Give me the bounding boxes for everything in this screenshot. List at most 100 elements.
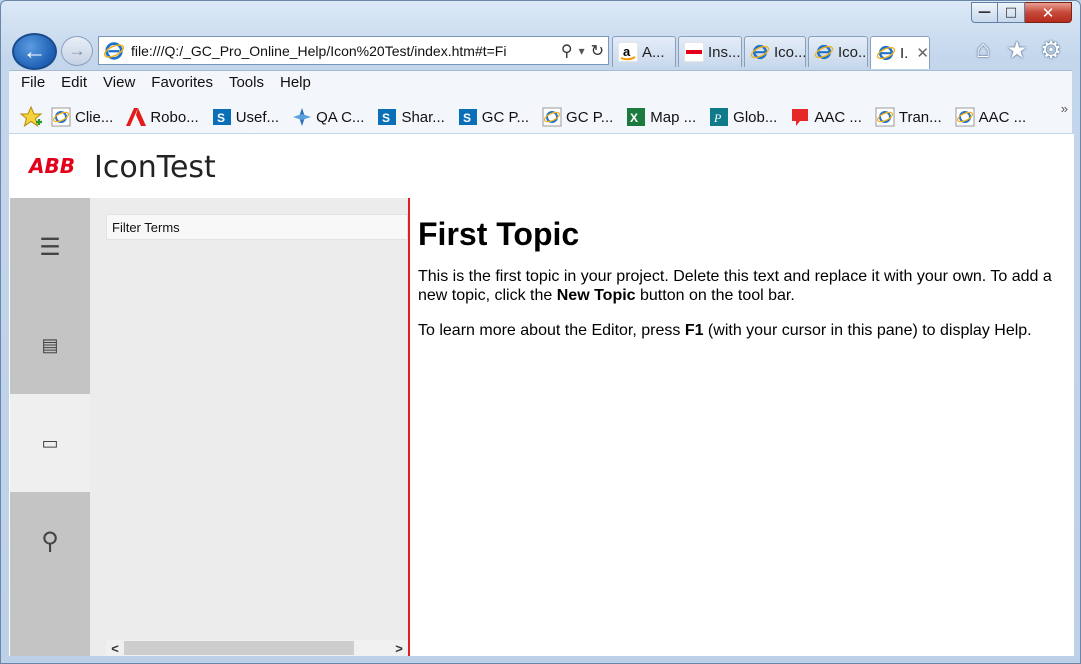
search-icon[interactable]: ⚲ (561, 41, 573, 61)
browser-tools: ⌂ ★ ⚙ (970, 36, 1064, 64)
topic-text: button on the tool bar. (635, 287, 795, 304)
menu-view[interactable]: View (103, 74, 135, 91)
menu-edit[interactable]: Edit (61, 74, 87, 91)
ie-icon (750, 44, 770, 60)
favorite-link[interactable]: X Map ... (626, 107, 696, 127)
sharepoint-icon: S (458, 109, 477, 125)
navigation-bar: ← → file:///Q:/_GC_Pro_Online_Help/Icon%… (9, 31, 1072, 70)
tab-abb[interactable]: Ins... (678, 36, 742, 67)
add-favorite-star-icon[interactable] (19, 105, 43, 129)
scroll-left-icon[interactable]: < (106, 641, 124, 656)
address-bar[interactable]: file:///Q:/_GC_Pro_Online_Help/Icon%20Te… (98, 36, 609, 65)
refresh-icon[interactable]: ↻ (591, 41, 604, 61)
close-button[interactable]: ✕ (1025, 2, 1072, 23)
tab-label: Ico... (774, 43, 806, 61)
favorite-label: AAC ... (978, 108, 1027, 126)
favorites-bar: Clie... Robo... S Usef... QA C... S Shar… (19, 103, 1072, 131)
favorite-label: Tran... (898, 108, 942, 126)
adobe-icon (126, 108, 147, 126)
favorites-star-icon[interactable]: ★ (1004, 37, 1030, 64)
settings-gear-icon[interactable]: ⚙ (1038, 37, 1064, 64)
tab-icon-test-1[interactable]: Ico... (744, 36, 806, 67)
tab-amazon[interactable]: a A... (612, 36, 676, 67)
svg-text:P: P (713, 111, 722, 125)
topic-paragraph-1: This is the first topic in your project.… (418, 267, 1068, 305)
favorite-label: Robo... (150, 108, 199, 126)
scroll-right-icon[interactable]: > (390, 641, 408, 656)
favorite-label: Glob... (733, 108, 778, 126)
browser-window: — □ ✕ ← → file:///Q:/_GC_Pro_Online_Help… (0, 0, 1081, 664)
tab-label: A... (642, 43, 665, 61)
tab-active[interactable]: I. ✕ (870, 36, 930, 69)
menu-tools[interactable]: Tools (229, 74, 264, 91)
minimize-icon: — (978, 5, 991, 20)
home-icon[interactable]: ⌂ (970, 36, 996, 63)
ie-icon (955, 107, 975, 127)
horizontal-scrollbar[interactable]: < > (106, 640, 408, 656)
caption-buttons: — □ ✕ (971, 2, 1072, 23)
favorite-link[interactable]: S GC P... (458, 107, 529, 127)
favorite-link[interactable]: S Shar... (377, 107, 445, 127)
brand-logo: ABB (29, 154, 75, 178)
maximize-button[interactable]: □ (998, 2, 1025, 23)
back-arrow-icon: ← (22, 37, 47, 65)
tab-label: I. (900, 44, 909, 62)
rail-toc-button[interactable]: ☰ (10, 198, 90, 296)
dropdown-icon[interactable]: ▾ (579, 44, 585, 58)
publisher-icon: P (710, 108, 729, 126)
amazon-icon: a (618, 42, 638, 62)
favorite-link[interactable]: GC P... (542, 107, 613, 127)
glossary-panel: Filter Terms < > (90, 198, 408, 656)
glossary-icon: ▭ (41, 432, 59, 453)
tab-label: Ins... (708, 43, 741, 61)
rail-glossary-button[interactable]: ▭ (10, 394, 90, 492)
topic-bold: New Topic (556, 287, 636, 304)
command-bars: File Edit View Favorites Tools Help Clie… (9, 70, 1072, 133)
filter-terms-input[interactable]: Filter Terms (106, 214, 408, 240)
sharepoint-icon: S (378, 109, 397, 125)
favorite-label: Map ... (650, 108, 697, 126)
favorite-label: AAC ... (814, 108, 862, 126)
tab-close-icon[interactable]: ✕ (916, 44, 929, 62)
tab-icon-test-2[interactable]: Ico... (808, 36, 868, 67)
topic-body: First Topic This is the first topic in y… (418, 216, 1068, 356)
minimize-button[interactable]: — (971, 2, 998, 23)
menu-help[interactable]: Help (280, 74, 311, 91)
topic-text: To learn more about the Editor, press (418, 322, 685, 339)
forward-arrow-icon: → (68, 41, 86, 60)
favorite-link[interactable]: AAC ... (955, 107, 1027, 127)
compass-icon (293, 108, 312, 126)
favorite-link[interactable]: Tran... (875, 107, 942, 127)
ie-icon (103, 41, 125, 60)
ie-icon (51, 107, 71, 127)
list-icon: ☰ (39, 233, 61, 261)
favorite-link[interactable]: AAC ... (790, 107, 862, 127)
svg-text:S: S (463, 111, 471, 125)
menu-favorites[interactable]: Favorites (151, 74, 213, 91)
back-button[interactable]: ← (12, 33, 57, 70)
address-text[interactable]: file:///Q:/_GC_Pro_Online_Help/Icon%20Te… (131, 43, 526, 59)
index-icon: ▤ (41, 334, 59, 355)
topic-heading: First Topic (418, 216, 580, 252)
rail-search-button[interactable]: ⚲ (10, 492, 90, 590)
favorite-label: Usef... (235, 108, 280, 126)
svg-text:S: S (217, 111, 225, 125)
favorite-label: GC P... (481, 108, 530, 126)
favorite-link[interactable]: Clie... (51, 107, 113, 127)
rail-index-button[interactable]: ▤ (10, 296, 90, 394)
menu-file[interactable]: File (21, 74, 45, 91)
favorite-label: Shar... (401, 108, 445, 126)
excel-icon: X (627, 108, 646, 126)
page-title: IconTest (94, 150, 216, 185)
abb-icon (684, 42, 704, 62)
menu-bar: File Edit View Favorites Tools Help (21, 74, 327, 91)
favorite-link[interactable]: S Usef... (212, 107, 279, 127)
forward-button[interactable]: → (61, 36, 93, 66)
favorite-link[interactable]: QA C... (292, 107, 364, 127)
favorite-link[interactable]: P Glob... (709, 107, 777, 127)
pane-splitter[interactable] (408, 198, 410, 656)
topic-paragraph-2: To learn more about the Editor, press F1… (418, 321, 1068, 340)
scrollbar-thumb[interactable] (124, 641, 354, 655)
favorites-overflow-icon[interactable]: » (1061, 101, 1068, 116)
favorite-link[interactable]: Robo... (126, 107, 199, 127)
